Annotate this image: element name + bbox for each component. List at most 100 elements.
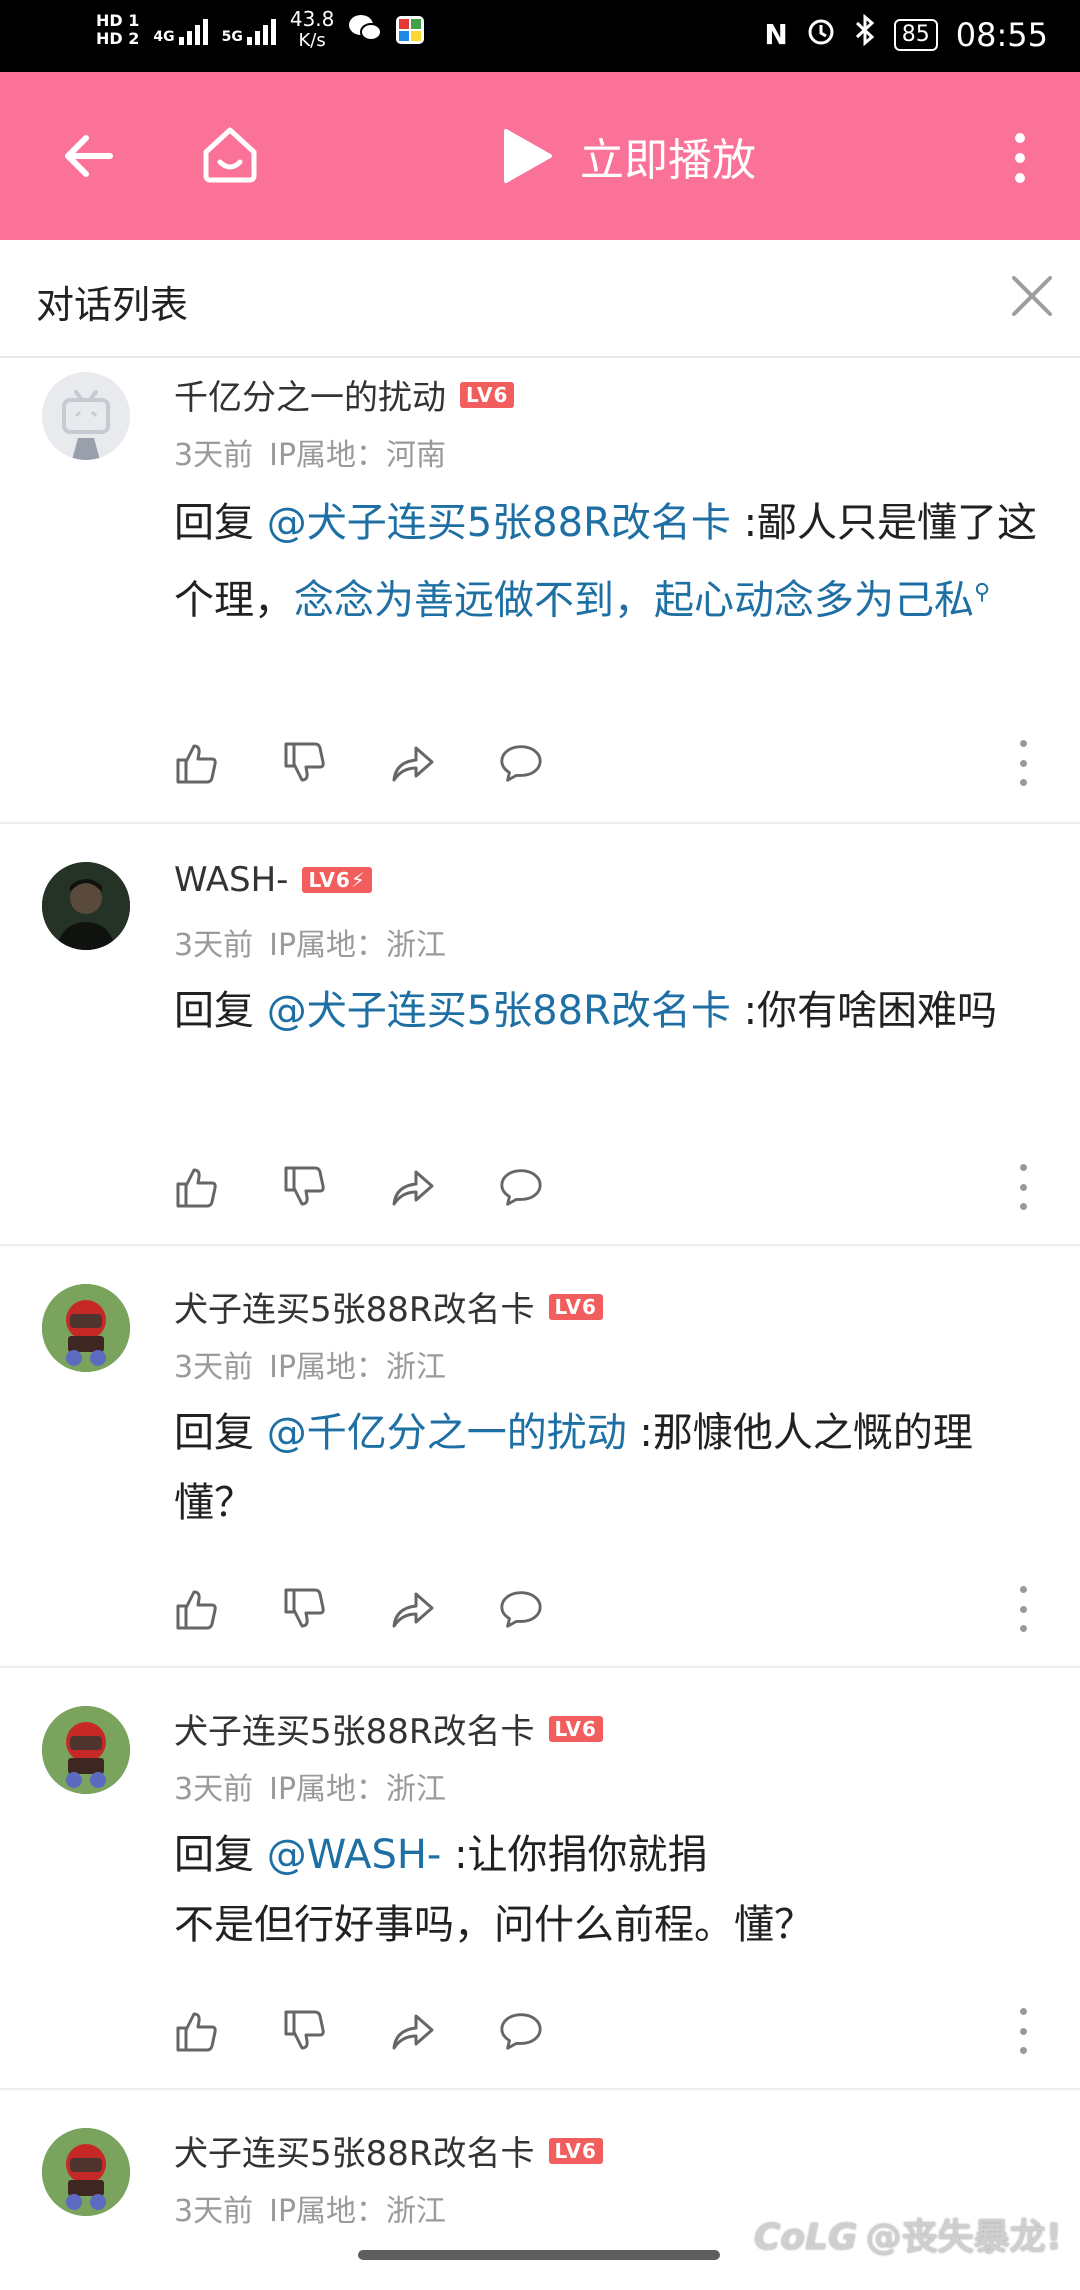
avatar[interactable]: [42, 372, 130, 460]
like-button[interactable]: [174, 2008, 220, 2054]
comment-item: 犬子连买5张88R改名卡 LV6 3天前 IP属地：浙江 回复 @WASH- :让…: [0, 1668, 1080, 2090]
comment-meta: 3天前 IP属地：浙江: [174, 1342, 462, 1386]
alarm-icon: [806, 15, 836, 55]
sim-indicators: HD 1 HD 2: [96, 12, 139, 48]
more-vert-icon: [1019, 1586, 1027, 1593]
reply-prefix: 回复: [174, 988, 267, 1034]
ip-location: IP属地：河南: [269, 438, 447, 473]
dislike-button[interactable]: [282, 2008, 328, 2054]
ip-location: IP属地：浙江: [269, 2194, 447, 2229]
share-button[interactable]: [390, 1164, 436, 1210]
back-button[interactable]: [52, 120, 124, 192]
play-now-label: 立即播放: [580, 135, 756, 186]
like-button[interactable]: [174, 740, 220, 786]
anime-avatar-icon: [42, 1706, 130, 1794]
anime-avatar-icon: [42, 2128, 130, 2216]
home-indicator[interactable]: [358, 2250, 720, 2260]
username[interactable]: 犬子连买5张88R改名卡 LV6: [174, 1704, 603, 1753]
status-bar: HD 1 HD 2 4G 5G 43.8 K/s N 85 08:55: [0, 0, 1080, 72]
username-text: 犬子连买5张88R改名卡: [174, 1290, 535, 1330]
dialog-header: 对话列表: [0, 240, 1080, 358]
dislike-button[interactable]: [282, 1586, 328, 1632]
share-button[interactable]: [390, 1586, 436, 1632]
net-speed-unit: K/s: [298, 30, 326, 51]
mention-link[interactable]: @犬子连买5张88R改名卡: [267, 500, 731, 546]
like-button[interactable]: [174, 1164, 220, 1210]
comment-more-button[interactable]: [1016, 740, 1030, 786]
signal-4g-icon: 4G: [153, 15, 208, 45]
mention-link[interactable]: @WASH-: [267, 1832, 442, 1878]
share-icon: [392, 746, 434, 782]
comment-body: 回复 @千亿分之一的扰动 :那慷他人之慨的理 懂？: [174, 1398, 1040, 1538]
username[interactable]: 千亿分之一的扰动 LV6: [174, 370, 515, 419]
username-text: 犬子连买5张88R改名卡: [174, 2134, 535, 2174]
overflow-menu-button[interactable]: [998, 122, 1042, 194]
comment-time: 3天前: [174, 438, 254, 473]
reply-prefix: 回复: [174, 1410, 267, 1456]
comment-meta: 3天前 IP属地：浙江: [174, 920, 462, 964]
share-icon: [392, 1592, 434, 1628]
comment-item: 犬子连买5张88R改名卡 LV6 3天前 IP属地：浙江: [0, 2090, 1080, 2290]
net1-label: 4G: [153, 29, 175, 45]
home-button[interactable]: [190, 114, 270, 194]
nfc-icon: N: [764, 18, 788, 51]
more-vert-icon: [1019, 1164, 1027, 1171]
username[interactable]: 犬子连买5张88R改名卡 LV6: [174, 2126, 603, 2175]
avatar[interactable]: [42, 2128, 130, 2216]
thumbs-down-icon: [284, 1166, 325, 1206]
avatar[interactable]: [42, 1706, 130, 1794]
comment-time: 3天前: [174, 1772, 254, 1807]
net2-label: 5G: [221, 29, 243, 45]
signal-5g-icon: 5G: [222, 15, 276, 45]
anime-avatar-icon: [42, 1284, 130, 1372]
thumbs-up-icon: [176, 744, 217, 784]
avatar[interactable]: [42, 1284, 130, 1372]
comment-bubble-icon: [500, 2013, 542, 2050]
dislike-button[interactable]: [282, 740, 328, 786]
play-icon: [504, 129, 552, 183]
reply-button[interactable]: [498, 2008, 544, 2054]
share-button[interactable]: [390, 740, 436, 786]
thumbs-down-icon: [284, 1588, 325, 1628]
comment-text-line2: 不是但行好事吗，问什么前程。懂？: [174, 1902, 814, 1948]
avatar[interactable]: [42, 862, 130, 950]
level-badge: LV6: [460, 381, 515, 408]
comment-actions: [174, 740, 544, 786]
thumbs-up-icon: [176, 1590, 217, 1630]
ip-location: IP属地：浙江: [269, 1772, 447, 1807]
thumbs-down-icon: [284, 2010, 325, 2050]
close-button[interactable]: [1006, 270, 1058, 322]
mention-link[interactable]: @犬子连买5张88R改名卡: [267, 988, 731, 1034]
comment-more-button[interactable]: [1016, 2008, 1030, 2054]
comment-actions: [174, 2008, 544, 2054]
thumbs-up-icon: [176, 2012, 217, 2052]
username[interactable]: 犬子连买5张88R改名卡 LV6: [174, 1282, 603, 1331]
comment-meta: 3天前 IP属地：浙江: [174, 2186, 462, 2230]
reply-prefix: 回复: [174, 500, 267, 546]
clock: 08:55: [955, 15, 1048, 54]
level-badge: LV6: [548, 2137, 603, 2164]
comment-item: WASH- LV6⚡ 3天前 IP属地：浙江 回复 @犬子连买5张88R改名卡 :…: [0, 824, 1080, 1246]
mention-link[interactable]: @千亿分之一的扰动: [267, 1410, 627, 1456]
hd1-label: HD 1: [96, 11, 140, 30]
comment-more-button[interactable]: [1016, 1164, 1030, 1210]
search-keyword-link[interactable]: 念念为善远做不到，起心动念多为己私: [294, 577, 974, 623]
thumbs-up-icon: [176, 1168, 217, 1208]
comment-time: 3天前: [174, 2194, 254, 2229]
username[interactable]: WASH- LV6⚡: [174, 860, 372, 900]
home-icon: [203, 127, 257, 183]
dialog-title: 对话列表: [36, 283, 189, 327]
comment-body: 回复 @犬子连买5张88R改名卡 :你有啥困难吗: [174, 976, 1040, 1046]
comment-more-button[interactable]: [1016, 1586, 1030, 1632]
play-now-button[interactable]: 立即播放: [500, 124, 756, 188]
like-button[interactable]: [174, 1586, 220, 1632]
level-badge: LV6: [548, 1293, 603, 1320]
dislike-button[interactable]: [282, 1164, 328, 1210]
comment-bubble-icon: [500, 1591, 542, 1628]
reply-button[interactable]: [498, 1164, 544, 1210]
share-button[interactable]: [390, 2008, 436, 2054]
reply-button[interactable]: [498, 740, 544, 786]
reply-button[interactable]: [498, 1586, 544, 1632]
default-avatar-icon: [62, 390, 110, 460]
watermark: CoLG @丧失暴龙!: [754, 2208, 1062, 2260]
